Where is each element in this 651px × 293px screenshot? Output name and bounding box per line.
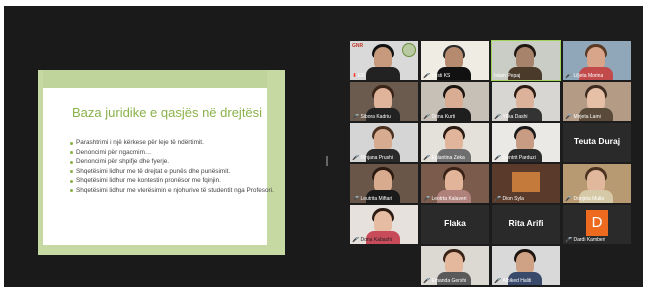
video-tile-dion-syla[interactable]: 🎤 Dion Syla	[492, 164, 560, 203]
slide-title: Baza juridike e qasjës në drejtësi	[72, 105, 263, 120]
avatar: D	[586, 210, 608, 236]
slide-content: Baza juridike e qasjës në drejtësi Paras…	[43, 70, 274, 245]
video-tile-mirjeta-lami[interactable]: 🎤 Mirjeta Lami	[563, 82, 631, 121]
video-tile-leutrita-miftari[interactable]: 🎤 Leutrita Miftari	[350, 164, 418, 203]
mic-muted-icon: ⬇	[352, 73, 358, 79]
video-tile-emanda-gerxhi[interactable]: 🎤 Emanda Gerxhi	[421, 246, 489, 285]
slide-bullet: Shqetësimi lidhur me vlerësimin e njohur…	[70, 187, 280, 195]
participant-face	[587, 88, 605, 110]
participant-name-label: 🎤 Eglantina Zeka	[423, 155, 465, 161]
participant-face	[374, 170, 392, 192]
participant-name-label: 🎤 Dion Syla	[494, 196, 524, 202]
participant-face	[587, 47, 605, 69]
video-tile-yllka-dashi[interactable]: 🎤 Yllka Dashi	[492, 82, 560, 121]
mic-muted-icon: 🎤	[494, 278, 502, 284]
video-tile-rinjana-prushi[interactable]: 🎤 Rinjana Prushi	[350, 123, 418, 162]
background-object	[512, 172, 540, 192]
participant-name-label: 🎤 Dona Kabashi	[352, 237, 392, 243]
participant-name-label: 🎤 Leutrita Miftari	[352, 196, 393, 202]
slide-bullet: Shqetësimi lidhur me kontestin pronësor …	[70, 177, 280, 185]
participant-face	[445, 47, 463, 69]
participant-name-label: 🎤 Sibora Kadriu	[352, 114, 391, 120]
participant-face	[516, 252, 534, 274]
presentation-slide: Baza juridike e qasjës në drejtësi Paras…	[38, 70, 285, 255]
participant-display-name: Teuta Duraj	[573, 136, 621, 146]
video-tile-liljeta-morina[interactable]: 🎤 Liljeta Morina	[563, 41, 631, 80]
slide-bullet: Shqetësimi lidhur me të drejtat e punës …	[70, 168, 280, 176]
video-tile-drina-kurti[interactable]: 🎤 Drina Kurti	[421, 82, 489, 121]
video-tile-sibora-kadriu[interactable]: 🎤 Sibora Kadriu	[350, 82, 418, 121]
video-tile-donjeta-mulla[interactable]: 🎤 Donjeta Mulla	[563, 164, 631, 203]
mic-muted-icon: 🎤	[423, 73, 431, 79]
participant-name-label: 🎤 Liljeta Morina	[565, 73, 604, 79]
pane-resize-handle[interactable]	[326, 156, 328, 166]
mic-muted-icon: 🎤	[565, 73, 573, 79]
mic-muted-icon: 🎤	[494, 155, 502, 161]
participant-face	[516, 47, 534, 69]
participant-face	[445, 252, 463, 274]
slide-header-bar	[43, 70, 267, 88]
mic-muted-icon: 🎤	[565, 237, 573, 243]
mic-muted-icon: 🎤	[423, 114, 431, 120]
participant-face	[374, 47, 392, 69]
slide-bullet-list: Parashtrimi i një kërkese për leje të nd…	[70, 139, 280, 196]
video-tile-albiked-haliti[interactable]: 🎤 Albiked Haliti	[492, 246, 560, 285]
logo-text: GNR	[352, 43, 364, 49]
participant-name-label: 🎤 Mirjeta Lami	[565, 114, 601, 120]
video-tile-dardi-kamberi[interactable]: D 🎤 Dardi Kamberi	[563, 205, 631, 244]
video-tile-islam-pepaj[interactable]: Islam Pepaj	[491, 40, 561, 81]
video-tile-vesti-ks[interactable]: 🎤 Vesti KS	[421, 41, 489, 80]
participant-face	[374, 211, 392, 233]
participant-body	[366, 67, 400, 80]
participant-name-label: 🎤 Leotrta Kalaveri	[423, 196, 467, 202]
zoom-meeting-window: Baza juridike e qasjës në drejtësi Paras…	[4, 6, 643, 287]
participant-name-label: 🎤 Vesti KS	[423, 73, 451, 79]
participant-face	[445, 170, 463, 192]
video-tile-rita-arifi[interactable]: Rita Arifi	[492, 205, 560, 244]
participant-name-label: 🎤 Emanda Gerxhi	[423, 278, 467, 284]
participant-display-name: Flaka	[444, 218, 466, 228]
slide-bullet: Denoncimi për ngacmim…	[70, 149, 280, 157]
participant-face	[445, 88, 463, 110]
participant-name-label: 🎤 Rinjana Prushi	[352, 155, 394, 161]
participant-face	[587, 170, 605, 192]
participant-name-label: 🎤 Drina Kurti	[423, 114, 456, 120]
participant-name-label: 🎤 Donjeta Mulla	[565, 196, 605, 202]
slide-bullet: Parashtrimi i një kërkese për leje të nd…	[70, 139, 280, 147]
mic-muted-icon: 🎤	[352, 196, 360, 202]
video-tile-leotrta-kalaveri[interactable]: 🎤 Leotrta Kalaveri	[421, 164, 489, 203]
video-tile-gentrit-parduzi[interactable]: 🎤 Gentrit Parduzi	[492, 123, 560, 162]
mic-muted-icon: 🎤	[352, 114, 360, 120]
participant-face	[445, 129, 463, 151]
participant-name-label: Islam Pepaj	[494, 73, 521, 79]
mic-muted-icon: 🎤	[352, 155, 360, 161]
slide-bullet: Denoncimi për shpifje dhe fyerje.	[70, 158, 280, 166]
mic-muted-icon: 🎤	[565, 114, 573, 120]
participant-name-label: 🎤 Albiked Haliti	[494, 278, 532, 284]
participant-name-label: ⬇ ER	[352, 73, 365, 79]
mic-muted-icon: 🎤	[352, 237, 360, 243]
participant-name-label: 🎤 Gentrit Parduzi	[494, 155, 536, 161]
participant-face	[374, 129, 392, 151]
video-tile-teuta-duraj[interactable]: Teuta Duraj	[563, 123, 631, 162]
participant-name-label: 🎤 Yllka Dashi	[494, 114, 528, 120]
participant-name-label: 🎤 Dardi Kamberi	[565, 237, 606, 243]
participant-face	[374, 88, 392, 110]
participant-display-name: Rita Arifi	[508, 218, 544, 228]
video-tile-dona-kabashi[interactable]: 🎤 Dona Kabashi	[350, 205, 418, 244]
mic-muted-icon: 🎤	[494, 114, 502, 120]
video-tile-eglantina-zeka[interactable]: 🎤 Eglantina Zeka	[421, 123, 489, 162]
mic-muted-icon: 🎤	[494, 196, 502, 202]
video-tile-flaka[interactable]: Flaka	[421, 205, 489, 244]
mic-muted-icon: 🎤	[423, 155, 431, 161]
mic-muted-icon: 🎤	[423, 278, 431, 284]
mic-muted-icon: 🎤	[423, 196, 431, 202]
mic-muted-icon: 🎤	[565, 196, 573, 202]
screen-share-pane: Baza juridike e qasjës në drejtësi Paras…	[4, 6, 320, 287]
video-tile-er[interactable]: GNR ⬇ ER	[350, 41, 418, 80]
emblem-icon	[402, 43, 416, 57]
participant-face	[516, 88, 534, 110]
participant-face	[516, 129, 534, 151]
